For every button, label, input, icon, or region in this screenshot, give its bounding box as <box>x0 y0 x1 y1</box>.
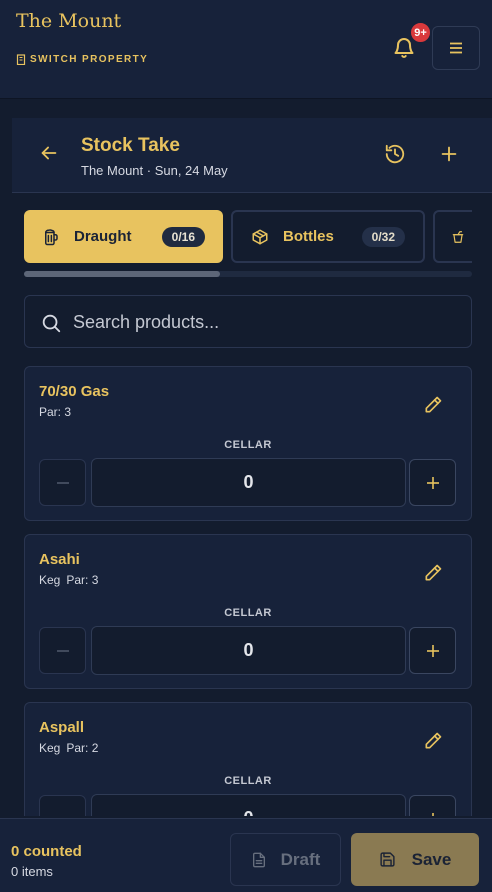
box-icon <box>252 229 268 244</box>
tabs-scrollbar-thumb[interactable] <box>24 271 220 277</box>
quantity-input[interactable]: 0 <box>91 794 406 816</box>
draft-button[interactable]: Draft <box>230 833 341 886</box>
category-tabs[interactable]: Draught 0/16 Bottles 0/32 <box>24 210 472 264</box>
tab-draught[interactable]: Draught 0/16 <box>24 210 223 263</box>
pencil-icon[interactable] <box>423 563 443 583</box>
menu-button[interactable] <box>432 26 480 70</box>
page-header: Stock Take The Mount · Sun, 24 May <box>12 118 492 193</box>
minus-icon <box>56 649 69 652</box>
increment-button[interactable] <box>409 627 456 674</box>
increment-button[interactable] <box>409 459 456 506</box>
product-name: Aspall <box>39 719 85 736</box>
brand-name: The Mount <box>16 10 122 32</box>
tab-count-badge: 0/32 <box>361 226 405 247</box>
beer-glass-icon <box>45 228 58 245</box>
product-par: Par: 3 <box>66 573 99 587</box>
increment-button[interactable] <box>409 795 456 816</box>
search-box[interactable] <box>24 295 472 348</box>
quantity-input[interactable]: 0 <box>91 626 406 675</box>
search-input[interactable] <box>73 308 453 336</box>
location-label: CELLAR <box>224 775 272 787</box>
product-list: 70/30 Gas Par: 3 CELLAR 0 Asahi Keg Par: … <box>24 366 472 816</box>
minus-icon <box>56 812 70 817</box>
product-par: Par: 2 <box>66 741 99 755</box>
decrement-button[interactable] <box>39 795 86 816</box>
history-icon[interactable] <box>384 143 406 165</box>
top-header: The Mount SWITCH PROPERTY 9+ <box>0 0 492 99</box>
location-label: CELLAR <box>224 607 272 619</box>
product-unit: Keg <box>39 573 61 587</box>
page-title: Stock Take <box>81 135 180 156</box>
tab-label: Bottles <box>283 228 334 245</box>
bottom-action-bar: 0 counted 0 items Draft Save <box>0 818 492 892</box>
pencil-icon[interactable] <box>423 731 443 751</box>
decrement-button[interactable] <box>39 459 86 506</box>
product-par: Par: 3 <box>39 405 72 419</box>
floppy-disk-icon <box>380 852 395 867</box>
tab-bottles[interactable]: Bottles 0/32 <box>231 210 425 263</box>
decrement-button[interactable] <box>39 627 86 674</box>
plus-icon <box>426 476 439 489</box>
save-label: Save <box>411 849 452 869</box>
product-name: 70/30 Gas <box>39 383 110 400</box>
quantity-input[interactable]: 0 <box>91 458 406 507</box>
draft-label: Draft <box>280 849 321 869</box>
counted-summary: 0 counted <box>11 843 82 860</box>
cup-icon <box>452 230 464 243</box>
switch-property-label: SWITCH PROPERTY <box>30 54 149 65</box>
back-arrow-icon[interactable] <box>38 142 60 164</box>
building-icon <box>16 54 26 65</box>
product-unit: Keg <box>39 741 61 755</box>
add-icon[interactable] <box>438 143 460 165</box>
hamburger-icon <box>450 42 462 54</box>
minus-icon <box>56 481 69 484</box>
tab-count-badge: 0/16 <box>161 226 205 247</box>
product-card: Aspall Keg Par: 2 CELLAR 0 <box>24 702 472 816</box>
product-card: 70/30 Gas Par: 3 CELLAR 0 <box>24 366 472 521</box>
notification-badge: 9+ <box>409 21 432 44</box>
location-label: CELLAR <box>224 439 272 451</box>
save-button[interactable]: Save <box>351 833 479 886</box>
tab-other[interactable] <box>433 210 472 263</box>
page-subtitle: The Mount · Sun, 24 May <box>81 163 228 178</box>
product-card: Asahi Keg Par: 3 CELLAR 0 <box>24 534 472 689</box>
switch-property-link[interactable]: SWITCH PROPERTY <box>16 54 148 65</box>
items-summary: 0 items <box>11 864 53 879</box>
plus-icon <box>431 812 434 816</box>
product-name: Asahi <box>39 551 80 568</box>
product-meta: Keg Par: 3 <box>39 573 104 587</box>
product-meta: Keg Par: 2 <box>39 741 104 755</box>
plus-icon <box>426 644 439 657</box>
product-meta: Par: 3 <box>39 405 77 419</box>
tab-label: Draught <box>74 228 132 245</box>
pencil-icon[interactable] <box>423 395 443 415</box>
search-icon <box>42 314 61 333</box>
document-icon <box>252 852 265 867</box>
